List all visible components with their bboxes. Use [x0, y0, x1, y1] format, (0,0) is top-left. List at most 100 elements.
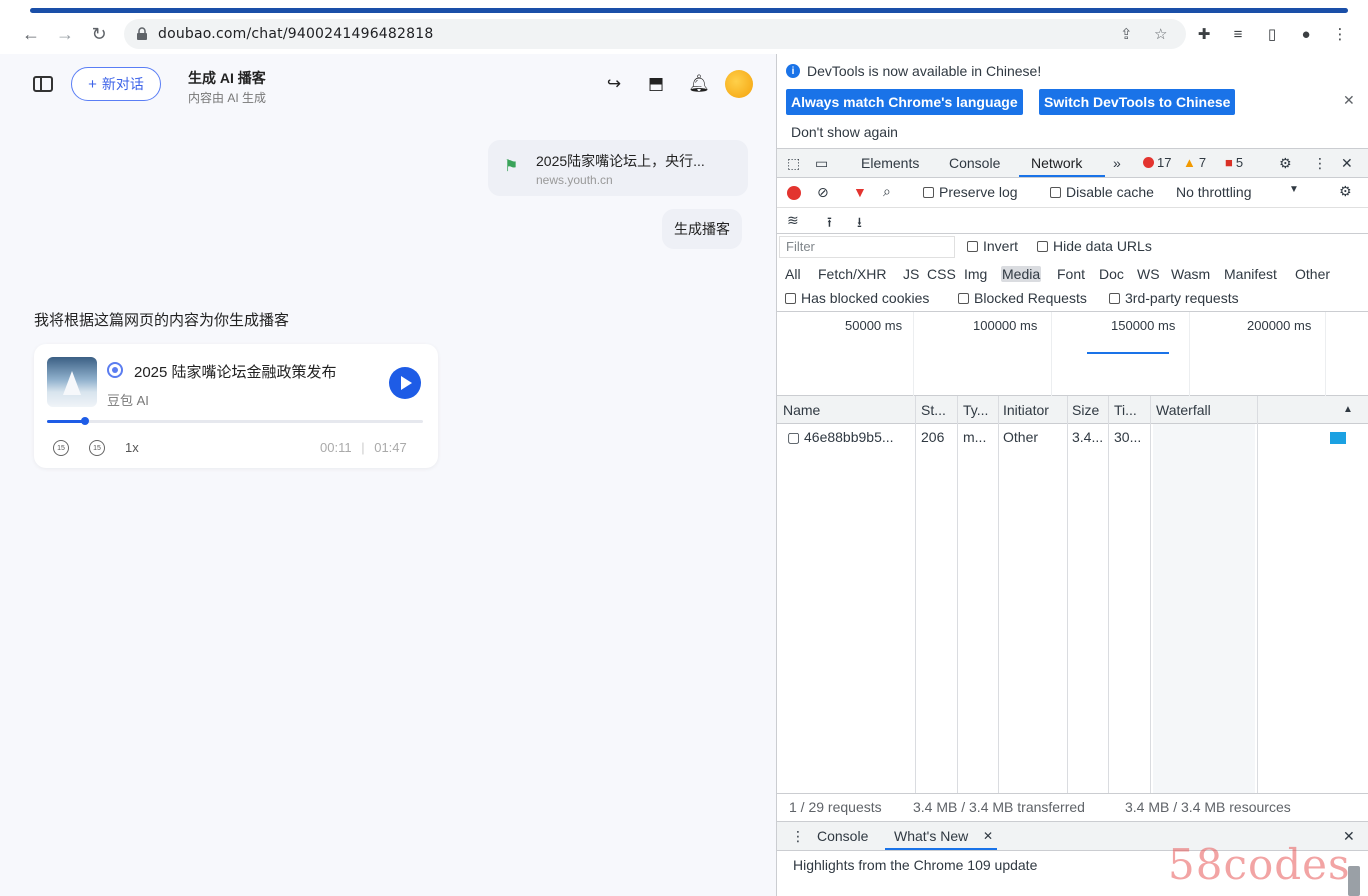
- network-toolbar: ⊘ ▼ ⌕ Preserve log Disable cache No thro…: [777, 178, 1368, 208]
- col-size[interactable]: Size: [1072, 402, 1106, 418]
- chevron-down-icon[interactable]: ▼: [1289, 184, 1299, 195]
- avatar[interactable]: [725, 70, 753, 98]
- hide-data-urls-checkbox[interactable]: Hide data URLs: [1037, 238, 1152, 254]
- type-js[interactable]: JS: [903, 266, 919, 282]
- invert-checkbox[interactable]: Invert: [967, 238, 1018, 254]
- address-bar[interactable]: doubao.com/chat/9400241496482818 ⇪ ☆: [124, 19, 1186, 49]
- forward-button[interactable]: →: [48, 17, 82, 51]
- type-css[interactable]: CSS: [927, 266, 956, 282]
- switch-chinese-button[interactable]: Switch DevTools to Chinese: [1039, 89, 1236, 115]
- drawer-tab-console[interactable]: Console: [817, 828, 868, 844]
- network-settings-icon[interactable]: ⚙: [1339, 183, 1352, 200]
- reading-list-icon[interactable]: ≡: [1221, 19, 1255, 49]
- progress-handle[interactable]: [80, 417, 89, 425]
- profile-icon[interactable]: ●: [1289, 19, 1323, 49]
- tab-elements[interactable]: Elements: [861, 155, 919, 171]
- devtools-panel: i DevTools is now available in Chinese! …: [776, 54, 1368, 896]
- timeline-tick: 150000 ms: [1111, 318, 1176, 333]
- type-font[interactable]: Font: [1057, 266, 1085, 282]
- extensions-icon[interactable]: ✚: [1187, 19, 1221, 49]
- new-chat-button[interactable]: + 新对话: [71, 67, 161, 101]
- drawer-tab-whats-new[interactable]: What's New: [894, 828, 968, 844]
- preserve-log-checkbox[interactable]: Preserve log: [923, 184, 1018, 200]
- blocked-requests-checkbox[interactable]: Blocked Requests: [958, 290, 1087, 306]
- inspect-element-icon[interactable]: ⬚: [787, 155, 800, 172]
- type-fetch-xhr[interactable]: Fetch/XHR: [818, 266, 886, 282]
- col-name[interactable]: Name: [783, 402, 913, 418]
- error-badge[interactable]: 17: [1143, 155, 1171, 170]
- tab-console[interactable]: Console: [949, 155, 1000, 171]
- type-other[interactable]: Other: [1295, 266, 1330, 282]
- chat-header: + 新对话 生成 AI 播客 内容由 AI 生成 ↪ ⬒ 🔔︎: [0, 54, 776, 116]
- table-row[interactable]: ▢ 46e88bb9b5... 206 m... Other 3.4... 30…: [777, 424, 1368, 450]
- progress-bar[interactable]: [47, 417, 423, 425]
- close-tab-icon[interactable]: ✕: [983, 829, 993, 843]
- playback-speed[interactable]: 1x: [125, 440, 139, 455]
- sidebar-toggle-icon[interactable]: [33, 76, 53, 92]
- preserve-log-label: Preserve log: [939, 184, 1018, 200]
- filter-input[interactable]: Filter: [779, 236, 955, 258]
- requests-table-body: ▢ 46e88bb9b5... 206 m... Other 3.4... 30…: [777, 424, 1368, 793]
- filter-funnel-icon[interactable]: ▼: [853, 184, 867, 200]
- col-status[interactable]: St...: [921, 402, 955, 418]
- network-conditions-icon[interactable]: ≋: [787, 212, 799, 229]
- settings-gear-icon[interactable]: ⚙: [1279, 155, 1292, 172]
- issues-badge[interactable]: ■ 5: [1225, 155, 1243, 170]
- bell-icon[interactable]: 🔔︎: [688, 74, 710, 94]
- download-icon[interactable]: ⬒: [646, 74, 666, 94]
- type-manifest[interactable]: Manifest: [1224, 266, 1277, 282]
- reload-button[interactable]: ↻: [82, 17, 116, 51]
- active-tab-underline: [1019, 175, 1105, 177]
- share-icon[interactable]: ↪: [604, 74, 624, 94]
- col-time[interactable]: Ti...: [1114, 402, 1148, 418]
- type-doc[interactable]: Doc: [1099, 266, 1124, 282]
- forward-15-icon[interactable]: 15: [89, 440, 105, 456]
- type-media[interactable]: Media: [1001, 266, 1042, 282]
- dont-show-again-link[interactable]: Don't show again: [791, 124, 898, 140]
- col-type[interactable]: Ty...: [963, 402, 997, 418]
- type-wasm[interactable]: Wasm: [1171, 266, 1210, 282]
- requests-table-header: Name St... Ty... Initiator Size Ti... Wa…: [777, 396, 1368, 424]
- type-ws[interactable]: WS: [1137, 266, 1160, 282]
- summary-resources: 3.4 MB / 3.4 MB resources: [1125, 799, 1291, 815]
- col-initiator[interactable]: Initiator: [1003, 402, 1067, 418]
- bookmark-star-icon[interactable]: ☆: [1154, 25, 1167, 43]
- watermark-text: 58codes: [1168, 840, 1351, 889]
- clear-icon[interactable]: ⊘: [817, 184, 829, 201]
- warning-badge[interactable]: ▲ 7: [1183, 155, 1206, 170]
- blocked-cookies-checkbox[interactable]: Has blocked cookies: [785, 290, 929, 306]
- disable-cache-checkbox[interactable]: Disable cache: [1050, 184, 1154, 200]
- url-text[interactable]: doubao.com/chat/9400241496482818: [158, 26, 433, 42]
- window-top-stripe: [0, 0, 1368, 14]
- search-icon[interactable]: ⌕: [883, 183, 891, 200]
- timeline-tick: 200000 ms: [1247, 318, 1312, 333]
- play-button[interactable]: [389, 367, 421, 399]
- export-har-icon[interactable]: ⭳: [857, 212, 862, 236]
- import-har-icon[interactable]: ⭱: [827, 212, 832, 236]
- match-language-button[interactable]: Always match Chrome's language: [786, 89, 1023, 115]
- timeline-overview[interactable]: 50000 ms 100000 ms 150000 ms 200000 ms: [777, 312, 1368, 396]
- record-icon[interactable]: [787, 186, 801, 200]
- third-party-checkbox[interactable]: 3rd-party requests: [1109, 290, 1239, 306]
- type-img[interactable]: Img: [964, 266, 987, 282]
- menu-kebab-icon[interactable]: ⋮: [1323, 19, 1357, 49]
- back-button[interactable]: ←: [14, 17, 48, 51]
- devtools-menu-icon[interactable]: ⋮: [1313, 155, 1327, 172]
- sort-asc-icon[interactable]: ▲: [1343, 404, 1353, 415]
- col-waterfall[interactable]: Waterfall: [1156, 402, 1306, 418]
- rewind-15-icon[interactable]: 15: [53, 440, 69, 456]
- scrollbar-thumb[interactable]: [1348, 866, 1360, 896]
- drawer-menu-icon[interactable]: ⋮: [791, 828, 805, 845]
- hide-data-urls-label: Hide data URLs: [1053, 238, 1152, 254]
- link-card[interactable]: ⚑ 2025陆家嘴论坛上，央行... news.youth.cn: [488, 140, 748, 196]
- network-summary-bar: 1 / 29 requests 3.4 MB / 3.4 MB transfer…: [777, 793, 1368, 819]
- close-icon[interactable]: ✕: [1343, 92, 1355, 109]
- side-panel-icon[interactable]: ▯: [1255, 19, 1289, 49]
- throttling-select[interactable]: No throttling: [1176, 184, 1251, 200]
- type-all[interactable]: All: [785, 266, 801, 282]
- tab-network[interactable]: Network: [1031, 155, 1082, 171]
- more-tabs-button[interactable]: »: [1113, 155, 1121, 171]
- close-devtools-icon[interactable]: ✕: [1341, 155, 1353, 172]
- device-toolbar-icon[interactable]: ▭: [815, 155, 828, 172]
- share-icon[interactable]: ⇪: [1120, 25, 1133, 43]
